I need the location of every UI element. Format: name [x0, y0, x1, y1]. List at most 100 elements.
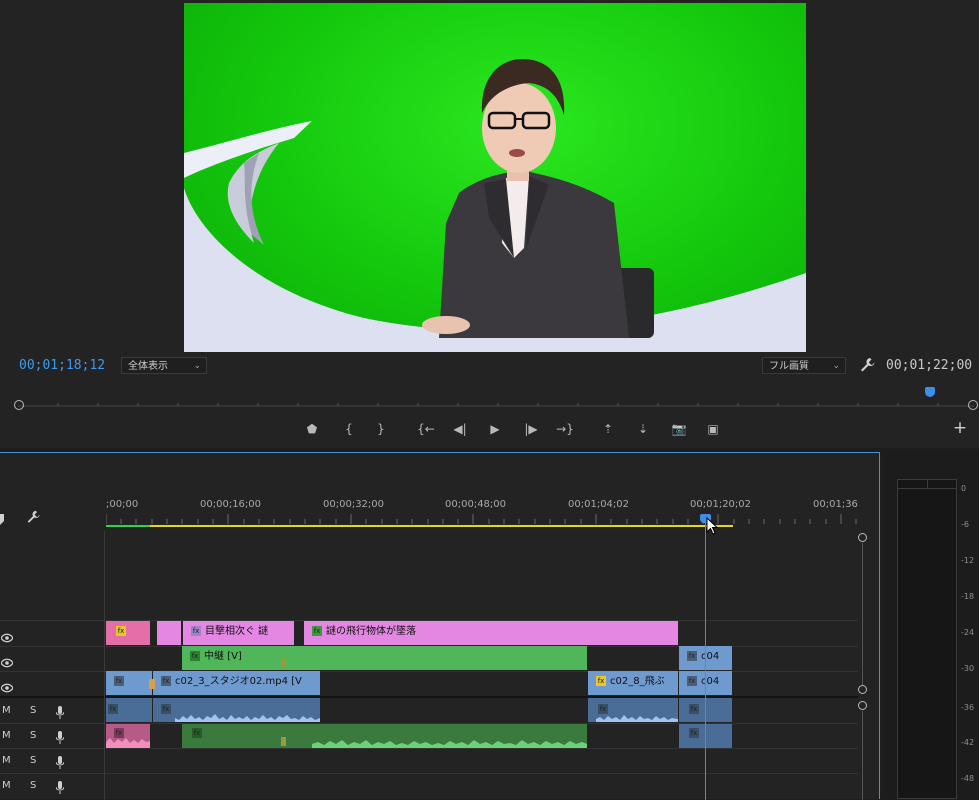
zoom-level-dropdown[interactable]: 全体表示 ⌄ — [121, 357, 207, 374]
current-timecode[interactable]: 00;01;18;12 — [19, 358, 105, 373]
keyframe-marker[interactable] — [149, 679, 155, 689]
chevron-down-icon: ⌄ — [193, 361, 201, 371]
clip-name: 謎の飛行物体が墜落 — [326, 626, 416, 637]
toggle-track-output-eye-icon[interactable] — [0, 628, 14, 643]
ruler-label: 00;00;32;00 — [323, 499, 385, 510]
microphone-icon[interactable] — [55, 729, 65, 744]
fx-badge: fx — [116, 626, 126, 636]
toggle-track-output-eye-icon[interactable] — [0, 653, 14, 668]
playback-resolution-value: フル画質 — [769, 361, 809, 372]
solo-track-button[interactable]: S — [30, 755, 36, 766]
meter-scale-label: 0 — [961, 484, 967, 493]
video-frame-image — [184, 58, 806, 352]
button-editor-add-button[interactable]: + — [948, 417, 972, 439]
video-frame[interactable] — [184, 3, 806, 352]
microphone-icon[interactable] — [55, 754, 65, 769]
monitor-time-ruler[interactable] — [18, 396, 974, 410]
vertical-scrollbar-track[interactable] — [862, 543, 863, 685]
scrollbar-start-handle[interactable] — [14, 400, 24, 410]
timeline-clip[interactable]: fx — [106, 621, 150, 645]
wrench-icon[interactable] — [25, 509, 41, 525]
mark-in-button[interactable]: { — [337, 418, 361, 440]
keyframe-marker[interactable] — [281, 737, 286, 746]
audio-clip[interactable]: fx — [106, 724, 150, 748]
mute-track-button[interactable]: M — [2, 705, 11, 716]
go-to-in-button[interactable]: {← — [414, 418, 438, 440]
fx-badge: fx — [190, 651, 200, 661]
audio-waveform — [175, 714, 320, 722]
audio-clip[interactable]: fx — [106, 698, 152, 722]
timeline-panel: ;00;00 00;00;16;00 00;00;32;00 00;00;48;… — [0, 452, 880, 800]
meter-scale-label: -6 — [961, 520, 969, 529]
timeline-clip[interactable]: fx c02_8_飛ぶ — [588, 671, 678, 695]
vertical-scroll-handle[interactable] — [858, 685, 867, 694]
timeline-clip[interactable]: fx 中継 [V] — [182, 646, 587, 670]
lift-button[interactable]: ⇡ — [596, 418, 620, 440]
audio-waveform — [312, 740, 587, 748]
audio-waveform — [596, 715, 678, 722]
microphone-icon[interactable] — [55, 704, 65, 719]
add-marker-button[interactable]: ⬟ — [300, 418, 324, 440]
timeline-time-ruler[interactable] — [105, 513, 858, 527]
fx-badge: fx — [191, 626, 201, 636]
timeline-clip[interactable]: fx c02_3_スタジオ02.mp4 [V — [153, 671, 320, 695]
play-button[interactable]: ▶ — [483, 418, 507, 440]
mute-track-button[interactable]: M — [2, 755, 11, 766]
toggle-track-output-eye-icon[interactable] — [0, 678, 14, 693]
go-to-out-button[interactable]: →} — [553, 418, 577, 440]
wrench-icon[interactable] — [858, 356, 876, 374]
clip-name: c04 — [701, 651, 720, 662]
clip-name: c02_3_スタジオ02.mp4 [V — [175, 676, 302, 687]
meter-scale-label: -12 — [961, 556, 975, 565]
mute-track-button[interactable]: M — [2, 730, 11, 741]
extract-button[interactable]: ⇣ — [631, 418, 655, 440]
audio-clip[interactable]: fx — [182, 724, 587, 748]
vertical-scroll-handle[interactable] — [858, 701, 867, 710]
fx-badge: fx — [161, 704, 171, 714]
fx-badge: fx — [689, 704, 699, 714]
meter-scale-label: -24 — [961, 628, 975, 637]
vertical-scrollbar-track[interactable] — [862, 711, 863, 800]
fx-badge: fx — [687, 651, 697, 661]
keyframe-marker[interactable] — [281, 658, 286, 667]
fx-badge: fx — [108, 704, 118, 714]
fx-badge: fx — [596, 676, 606, 686]
audio-meter — [897, 479, 957, 799]
microphone-icon[interactable] — [55, 779, 65, 794]
mute-track-button[interactable]: M — [2, 780, 11, 791]
audio-clip[interactable]: fx — [153, 698, 320, 722]
audio-waveform — [106, 738, 150, 748]
step-forward-button[interactable]: |▶ — [519, 418, 543, 440]
ruler-label: 00;01;36 — [813, 499, 858, 510]
fx-badge: fx — [161, 676, 171, 686]
timeline-clip[interactable]: fx — [106, 671, 152, 695]
vertical-scroll-handle[interactable] — [858, 533, 867, 542]
clip-name: 目撃相次ぐ 謎 — [205, 626, 269, 637]
audio-clip[interactable]: fx — [588, 698, 678, 722]
meter-scale-label: -42 — [961, 738, 975, 747]
timeline-clip[interactable]: fx 謎の飛行物体が墜落 — [304, 621, 678, 645]
meter-scale-label: -36 — [961, 703, 975, 712]
solo-track-button[interactable]: S — [30, 705, 36, 716]
timeline-playhead-line — [705, 519, 706, 800]
timeline-clip[interactable]: fx 目撃相次ぐ 謎 — [183, 621, 294, 645]
step-back-button[interactable]: ◀| — [448, 418, 472, 440]
chevron-down-icon: ⌄ — [832, 361, 840, 371]
meter-scale-label: -18 — [961, 592, 975, 601]
comparison-view-button[interactable]: ▣ — [701, 418, 725, 440]
marker-icon[interactable] — [0, 511, 6, 525]
meter-divider — [927, 479, 928, 489]
fx-badge: fx — [689, 728, 699, 738]
mark-out-button[interactable]: } — [369, 418, 393, 440]
playback-resolution-dropdown[interactable]: フル画質 ⌄ — [762, 357, 846, 374]
solo-track-button[interactable]: S — [30, 730, 36, 741]
clip-name: c02_8_飛ぶ — [610, 676, 665, 687]
track-header-divider — [104, 531, 105, 800]
ruler-label: 00;00;16;00 — [200, 499, 262, 510]
scrollbar-end-handle[interactable] — [968, 400, 978, 410]
fx-badge: fx — [192, 728, 202, 738]
export-frame-button[interactable]: 📷 — [667, 418, 691, 440]
solo-track-button[interactable]: S — [30, 780, 36, 791]
monitor-playhead[interactable] — [925, 387, 935, 397]
timeline-clip[interactable] — [157, 621, 181, 645]
